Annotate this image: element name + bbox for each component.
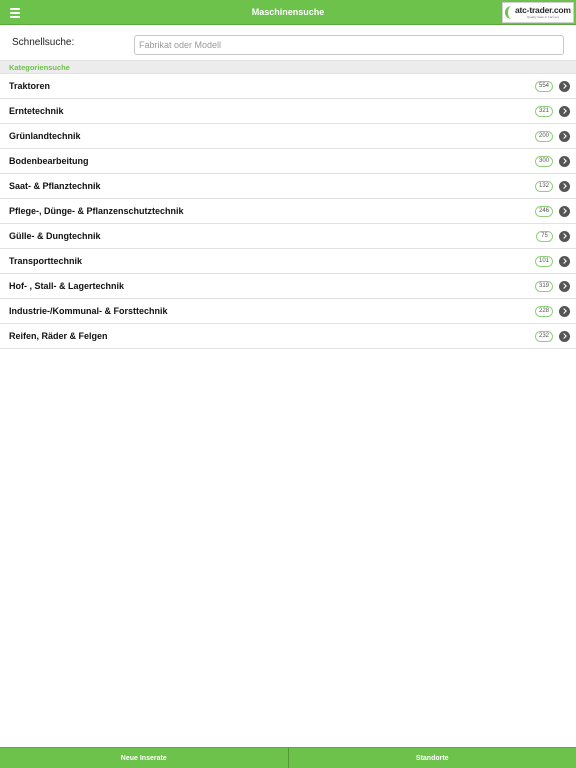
category-row-bodenbearbeitung[interactable]: Bodenbearbeitung 300 <box>0 149 576 174</box>
count-badge: 554 <box>534 81 553 92</box>
count-badge: 246 <box>534 206 553 217</box>
top-bar: Maschinensuche atc-trader.com Quality tr… <box>0 0 576 25</box>
chevron-right-icon[interactable] <box>559 331 570 342</box>
chevron-right-icon[interactable] <box>559 206 570 217</box>
category-row-pflege-duenge[interactable]: Pflege-, Dünge- & Pflanzenschutztechnik … <box>0 199 576 224</box>
count-badge: 232 <box>534 331 553 342</box>
category-list: Traktoren 554 Erntetechnik 321 Grünlandt… <box>0 74 576 349</box>
chevron-right-icon[interactable] <box>559 306 570 317</box>
locations-button[interactable]: Standorte <box>287 748 576 768</box>
quick-search-input[interactable] <box>134 35 564 55</box>
quick-search-bar: Schnellsuche: <box>0 26 576 60</box>
chevron-right-icon[interactable] <box>559 231 570 242</box>
category-row-saat-pflanztechnik[interactable]: Saat- & Pflanztechnik 132 <box>0 174 576 199</box>
category-row-industrie-kommunal-forst[interactable]: Industrie-/Kommunal- & Forsttechnik 228 <box>0 299 576 324</box>
count-badge: 319 <box>534 281 553 292</box>
category-label: Traktoren <box>9 81 51 91</box>
chevron-right-icon[interactable] <box>559 81 570 92</box>
chevron-right-icon[interactable] <box>559 106 570 117</box>
category-label: Reifen, Räder & Felgen <box>9 331 108 341</box>
count-badge: 101 <box>534 256 553 267</box>
chevron-right-icon[interactable] <box>559 131 570 142</box>
chevron-right-icon[interactable] <box>559 256 570 267</box>
category-label: Transporttechnik <box>9 256 83 266</box>
count-badge: 228 <box>534 306 553 317</box>
count-badge: 300 <box>534 156 553 167</box>
chevron-right-icon[interactable] <box>559 281 570 292</box>
atc-trader-logo[interactable]: atc-trader.com Quality trade in Farmery <box>502 2 574 23</box>
logo-tagline: Quality trade in Farmery <box>527 14 560 19</box>
bottom-tab-bar: Neue Inserate Standorte <box>0 747 576 768</box>
category-section-title: Kategoriensuche <box>9 63 70 72</box>
category-section-header: Kategoriensuche <box>0 60 576 74</box>
category-label: Pflege-, Dünge- & Pflanzenschutztechnik <box>9 206 184 216</box>
logo-text: atc-trader.com <box>515 5 571 16</box>
count-badge: 200 <box>534 131 553 142</box>
category-label: Saat- & Pflanztechnik <box>9 181 101 191</box>
category-row-reifen-raeder-felgen[interactable]: Reifen, Räder & Felgen 232 <box>0 324 576 349</box>
category-label: Bodenbearbeitung <box>9 156 89 166</box>
new-listings-button[interactable]: Neue Inserate <box>0 748 288 768</box>
category-row-erntetechnik[interactable]: Erntetechnik 321 <box>0 99 576 124</box>
category-label: Gülle- & Dungtechnik <box>9 231 101 241</box>
count-badge: 321 <box>534 106 553 117</box>
category-label: Hof- , Stall- & Lagertechnik <box>9 281 125 291</box>
category-row-gruenlandtechnik[interactable]: Grünlandtechnik 200 <box>0 124 576 149</box>
chevron-right-icon[interactable] <box>559 156 570 167</box>
logo-mark-icon <box>505 4 514 21</box>
category-row-guelle-dungtechnik[interactable]: Gülle- & Dungtechnik 75 <box>0 224 576 249</box>
category-label: Erntetechnik <box>9 106 64 116</box>
category-row-transporttechnik[interactable]: Transporttechnik 101 <box>0 249 576 274</box>
quick-search-label: Schnellsuche: <box>12 37 75 48</box>
category-row-hof-stall-lager[interactable]: Hof- , Stall- & Lagertechnik 319 <box>0 274 576 299</box>
page-title: Maschinensuche <box>251 7 325 17</box>
category-row-traktoren[interactable]: Traktoren 554 <box>0 74 576 99</box>
chevron-right-icon[interactable] <box>559 181 570 192</box>
count-badge: 75 <box>536 231 553 242</box>
count-badge: 132 <box>534 181 553 192</box>
category-label: Grünlandtechnik <box>9 131 81 141</box>
category-label: Industrie-/Kommunal- & Forsttechnik <box>9 306 168 316</box>
